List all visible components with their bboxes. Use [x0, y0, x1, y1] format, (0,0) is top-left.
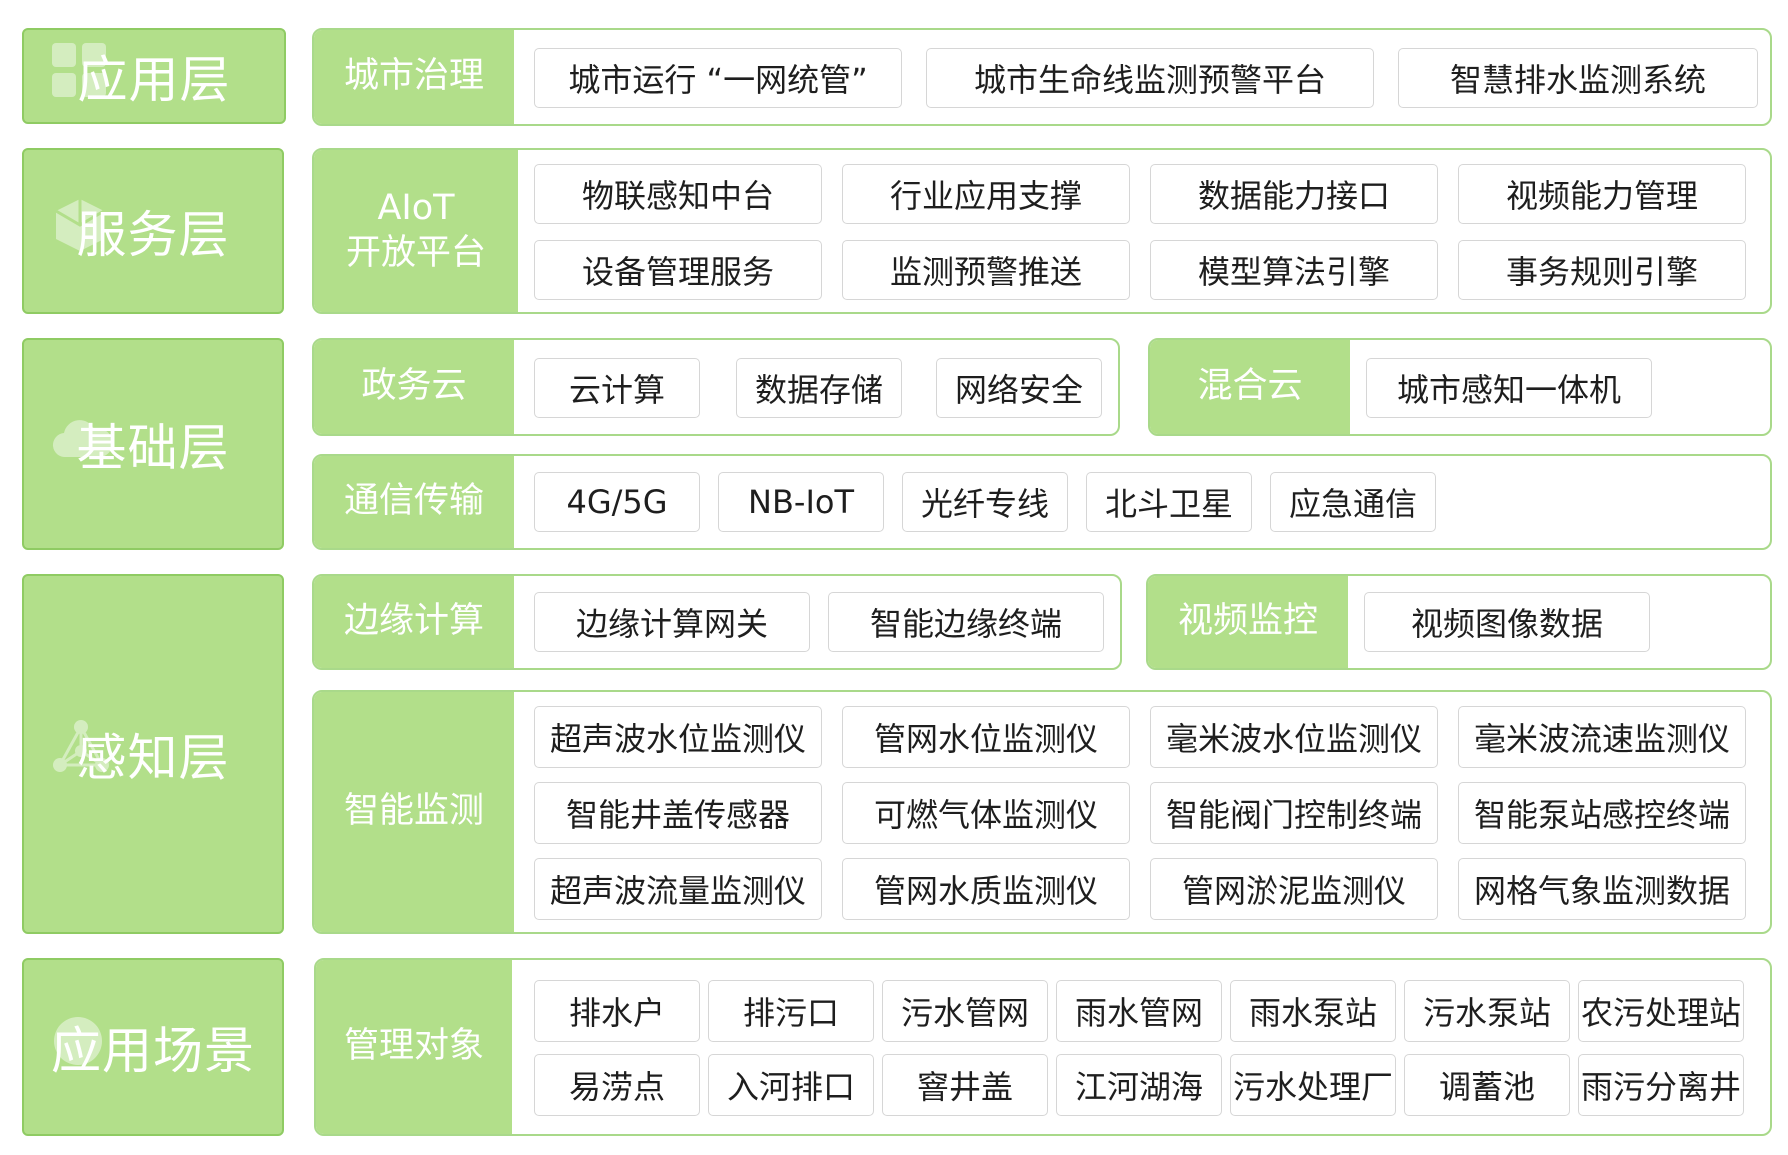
item-monitor[interactable]: 超声波流量监测仪: [534, 858, 822, 920]
item-cloud-computing[interactable]: 云计算: [534, 358, 700, 418]
category-video: 视频监控: [1148, 576, 1348, 668]
layer-application: 应用层: [22, 28, 286, 124]
item-object[interactable]: 污水处理厂: [1230, 1054, 1396, 1116]
item-video-data[interactable]: 视频图像数据: [1364, 592, 1650, 652]
item-service[interactable]: 行业应用支撑: [842, 164, 1130, 224]
layer-label: 应用层: [77, 51, 231, 109]
category-city-governance: 城市治理: [314, 30, 514, 124]
scenario-panel: 管理对象 排水户 排污口 污水管网 雨水管网 雨水泵站 污水泵站 农污处理站 易…: [314, 958, 1772, 1136]
category-gov-cloud: 政务云: [314, 340, 514, 434]
item-object[interactable]: 雨污分离井: [1578, 1054, 1744, 1116]
category-aiot: AIoT 开放平台: [314, 150, 518, 312]
communication-panel: 通信传输 4G/5G NB-IoT 光纤专线 北斗卫星 应急通信: [312, 454, 1772, 550]
item-monitor[interactable]: 管网水位监测仪: [842, 706, 1130, 768]
item-service[interactable]: 模型算法引擎: [1150, 240, 1438, 300]
item-object[interactable]: 排水户: [534, 980, 700, 1042]
item-monitor[interactable]: 毫米波流速监测仪: [1458, 706, 1746, 768]
item-service[interactable]: 视频能力管理: [1458, 164, 1746, 224]
monitoring-panel: 智能监测 超声波水位监测仪 管网水位监测仪 毫米波水位监测仪 毫米波流速监测仪 …: [312, 690, 1772, 934]
item-network-security[interactable]: 网络安全: [936, 358, 1102, 418]
service-panel: AIoT 开放平台 物联感知中台 行业应用支撑 数据能力接口 视频能力管理 设备…: [312, 148, 1772, 314]
item-monitor[interactable]: 网格气象监测数据: [1458, 858, 1746, 920]
layer-label: 服务层: [76, 206, 230, 264]
edge-panel: 边缘计算 边缘计算网关 智能边缘终端: [312, 574, 1122, 670]
item-city-operation[interactable]: 城市运行 “一网统管”: [534, 48, 902, 108]
item-emergency-comm[interactable]: 应急通信: [1270, 472, 1436, 532]
item-object[interactable]: 窨井盖: [882, 1054, 1048, 1116]
item-object[interactable]: 调蓄池: [1404, 1054, 1570, 1116]
item-service[interactable]: 监测预警推送: [842, 240, 1130, 300]
item-nbiot[interactable]: NB-IoT: [718, 472, 884, 532]
hybrid-cloud-panel: 混合云 城市感知一体机: [1148, 338, 1772, 436]
layer-foundation: 基础层: [22, 338, 284, 550]
layer-scenario: 应用场景: [22, 958, 284, 1136]
layer-label: 基础层: [76, 419, 230, 477]
item-object[interactable]: 排污口: [708, 980, 874, 1042]
gov-cloud-panel: 政务云 云计算 数据存储 网络安全: [312, 338, 1120, 436]
item-monitor[interactable]: 管网水质监测仪: [842, 858, 1130, 920]
category-monitoring: 智能监测: [314, 692, 514, 932]
item-drainage-system[interactable]: 智慧排水监测系统: [1398, 48, 1758, 108]
layer-service: 服务层: [22, 148, 284, 314]
category-edge: 边缘计算: [314, 576, 514, 668]
item-object[interactable]: 江河湖海: [1056, 1054, 1222, 1116]
item-monitor[interactable]: 可燃气体监测仪: [842, 782, 1130, 844]
item-monitor[interactable]: 智能泵站感控终端: [1458, 782, 1746, 844]
item-service[interactable]: 物联感知中台: [534, 164, 822, 224]
item-monitor[interactable]: 管网淤泥监测仪: [1150, 858, 1438, 920]
item-object[interactable]: 雨水泵站: [1230, 980, 1396, 1042]
item-monitor[interactable]: 智能阀门控制终端: [1150, 782, 1438, 844]
item-object[interactable]: 农污处理站: [1578, 980, 1744, 1042]
category-hybrid-cloud: 混合云: [1150, 340, 1350, 434]
video-panel: 视频监控 视频图像数据: [1146, 574, 1772, 670]
item-object[interactable]: 易涝点: [534, 1054, 700, 1116]
item-sensing-machine[interactable]: 城市感知一体机: [1366, 358, 1652, 418]
layer-perception: 感知层: [22, 574, 284, 934]
item-fiber[interactable]: 光纤专线: [902, 472, 1068, 532]
item-object[interactable]: 雨水管网: [1056, 980, 1222, 1042]
item-edge-terminal[interactable]: 智能边缘终端: [828, 592, 1104, 652]
item-service[interactable]: 事务规则引擎: [1458, 240, 1746, 300]
item-service[interactable]: 设备管理服务: [534, 240, 822, 300]
item-lifeline-platform[interactable]: 城市生命线监测预警平台: [926, 48, 1374, 108]
item-data-storage[interactable]: 数据存储: [736, 358, 902, 418]
item-monitor[interactable]: 超声波水位监测仪: [534, 706, 822, 768]
item-monitor[interactable]: 智能井盖传感器: [534, 782, 822, 844]
application-panel: 城市治理 城市运行 “一网统管” 城市生命线监测预警平台 智慧排水监测系统: [312, 28, 1772, 126]
item-object[interactable]: 入河排口: [708, 1054, 874, 1116]
category-communication: 通信传输: [314, 456, 514, 548]
layer-label: 感知层: [76, 729, 230, 787]
item-monitor[interactable]: 毫米波水位监测仪: [1150, 706, 1438, 768]
layer-label: 应用场景: [51, 1022, 255, 1080]
category-management-objects: 管理对象: [316, 960, 512, 1134]
item-4g5g[interactable]: 4G/5G: [534, 472, 700, 532]
item-object[interactable]: 污水泵站: [1404, 980, 1570, 1042]
item-object[interactable]: 污水管网: [882, 980, 1048, 1042]
item-service[interactable]: 数据能力接口: [1150, 164, 1438, 224]
item-beidou[interactable]: 北斗卫星: [1086, 472, 1252, 532]
item-edge-gateway[interactable]: 边缘计算网关: [534, 592, 810, 652]
